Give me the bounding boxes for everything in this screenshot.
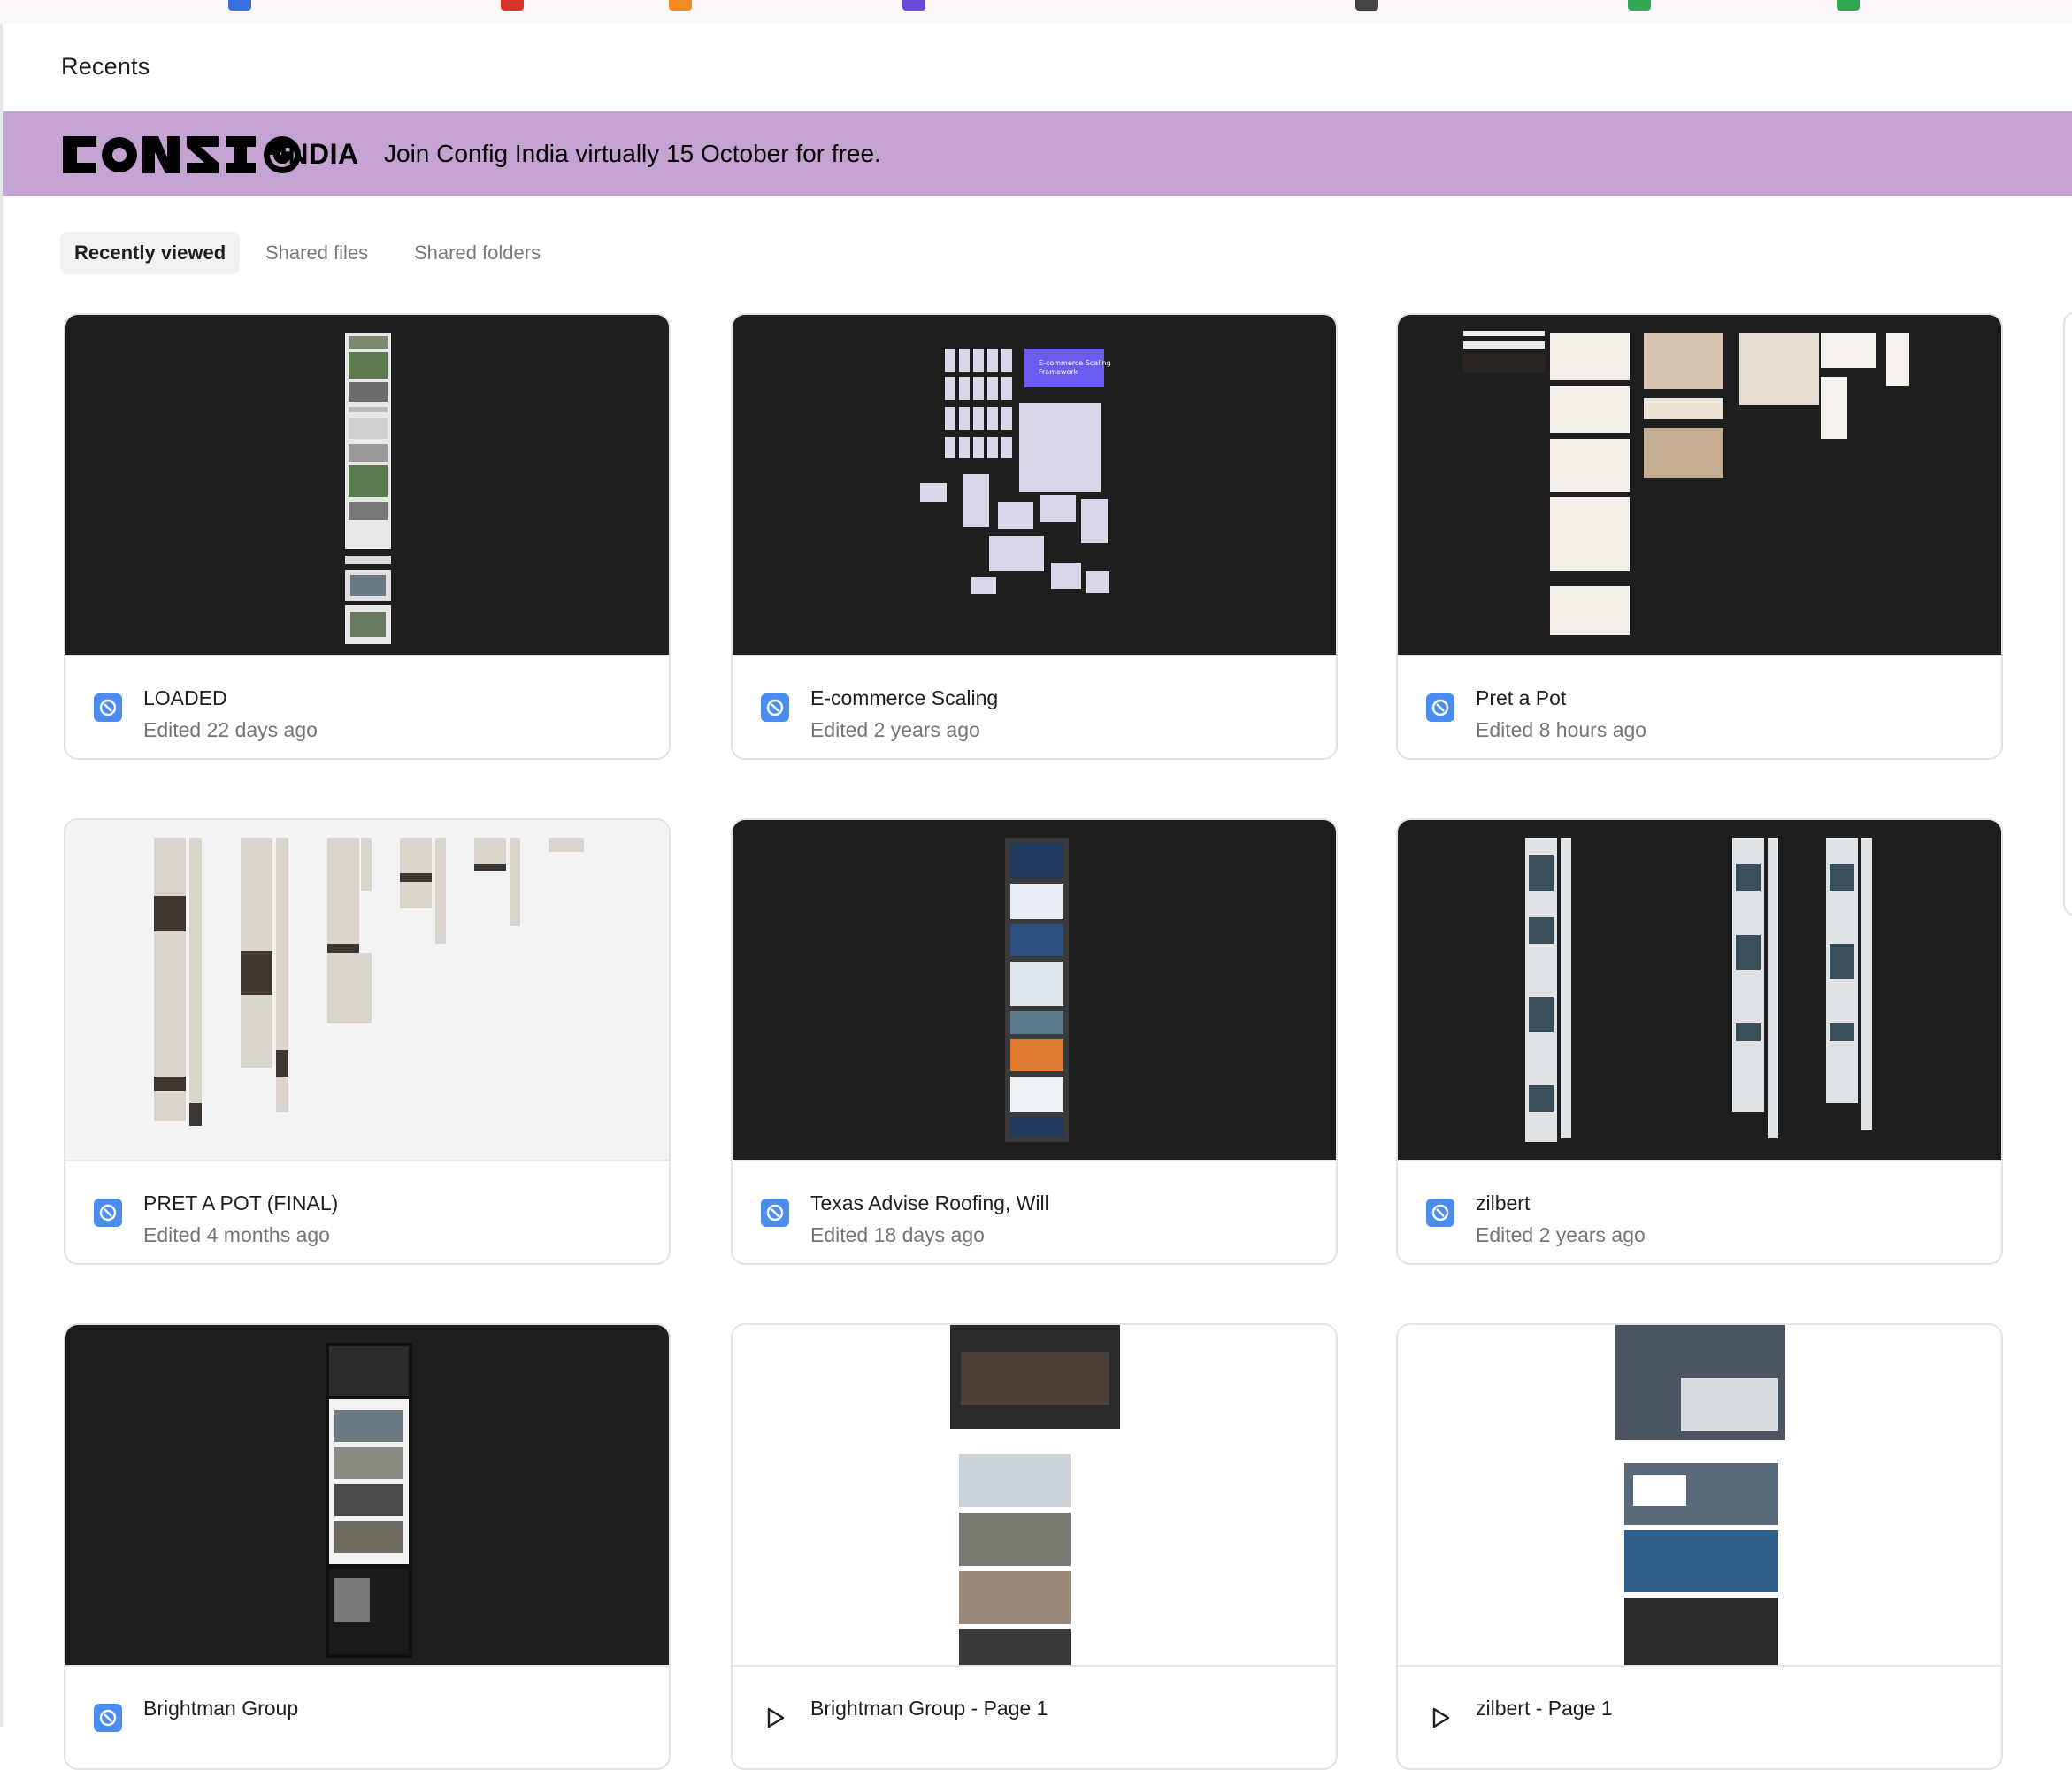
- file-name[interactable]: E-commerce Scaling: [810, 686, 998, 710]
- file-name[interactable]: zilbert - Page 1: [1476, 1697, 1613, 1720]
- svg-text:E-commerce Scaling: E-commerce Scaling: [1039, 359, 1111, 367]
- file-card[interactable]: E-commerce Scaling Framework E-commerce …: [731, 313, 1338, 760]
- file-card[interactable]: Texas Advise Roofing, Will Edited 18 day…: [731, 818, 1338, 1265]
- tab-shared-folders[interactable]: Shared folders: [400, 232, 555, 274]
- file-thumbnail: [1398, 820, 2001, 1161]
- thumbnail-preview: [326, 1343, 412, 1658]
- thumbnail-preview: [345, 333, 391, 644]
- file-name[interactable]: LOADED: [143, 686, 227, 710]
- file-meta: E-commerce Scaling Edited 2 years ago: [733, 656, 1336, 758]
- thumbnail-preview: [1525, 838, 1872, 1142]
- bookmark-favicon[interactable]: [902, 0, 925, 11]
- figma-design-file-icon: [94, 1704, 122, 1732]
- sidebar-edge: [0, 24, 3, 1727]
- file-meta: Texas Advise Roofing, Will Edited 18 day…: [733, 1161, 1336, 1263]
- bookmark-favicon[interactable]: [669, 0, 692, 11]
- figma-design-file-icon: [761, 693, 789, 722]
- file-name[interactable]: Brightman Group: [143, 1697, 298, 1720]
- banner-message[interactable]: Join Config India virtually 15 October f…: [384, 140, 881, 168]
- file-meta: zilbert - Page 1: [1398, 1667, 2001, 1768]
- file-meta: Brightman Group: [65, 1667, 669, 1768]
- file-name[interactable]: Brightman Group - Page 1: [810, 1697, 1048, 1720]
- file-card[interactable]: zilbert - Page 1: [1396, 1323, 2003, 1770]
- figma-design-file-icon: [1426, 693, 1454, 722]
- figma-design-file-icon: [94, 693, 122, 722]
- file-name[interactable]: PRET A POT (FINAL): [143, 1191, 338, 1215]
- thumbnail-preview: [1463, 331, 1909, 635]
- page-title: Recents: [61, 53, 150, 80]
- thumbnail-preview: E-commerce Scaling Framework: [920, 349, 1111, 594]
- bookmarks-bar: [0, 0, 2072, 24]
- file-card[interactable]: zilbert Edited 2 years ago: [1396, 818, 2003, 1265]
- tab-recently-viewed[interactable]: Recently viewed: [60, 232, 241, 274]
- config-logo-india: INDIA: [280, 138, 359, 170]
- svg-text:Framework: Framework: [1039, 368, 1078, 376]
- bookmark-favicon[interactable]: [501, 0, 524, 11]
- file-meta: Pret a Pot Edited 8 hours ago: [1398, 656, 2001, 758]
- file-thumbnail: [1398, 1325, 2001, 1667]
- file-meta: zilbert Edited 2 years ago: [1398, 1161, 2001, 1263]
- next-card-edge: [2063, 311, 2072, 916]
- thumbnail-preview: [1615, 1325, 1785, 1665]
- page-header: Recents: [3, 24, 2072, 112]
- file-edited-time: Edited 2 years ago: [1476, 1223, 1646, 1246]
- file-name[interactable]: Pret a Pot: [1476, 686, 1566, 710]
- file-thumbnail: [733, 1325, 1336, 1667]
- file-name[interactable]: zilbert: [1476, 1191, 1530, 1215]
- config-banner[interactable]: INDIA Join Config India virtually 15 Oct…: [3, 111, 2072, 196]
- file-edited-time: Edited 18 days ago: [810, 1223, 985, 1246]
- file-meta: Brightman Group - Page 1: [733, 1667, 1336, 1768]
- file-card[interactable]: PRET A POT (FINAL) Edited 4 months ago: [64, 818, 671, 1265]
- bookmark-favicon[interactable]: [1355, 0, 1378, 11]
- figma-design-file-icon: [1426, 1199, 1454, 1227]
- file-edited-time: Edited 4 months ago: [143, 1223, 330, 1246]
- thumbnail-preview: [154, 838, 584, 1126]
- file-card[interactable]: Brightman Group - Page 1: [731, 1323, 1338, 1770]
- file-name[interactable]: Texas Advise Roofing, Will: [810, 1191, 1049, 1215]
- file-card[interactable]: LOADED Edited 22 days ago: [64, 313, 671, 760]
- bookmark-favicon[interactable]: [1837, 0, 1860, 11]
- bookmark-favicon[interactable]: [1628, 0, 1651, 11]
- figma-design-file-icon: [761, 1199, 789, 1227]
- thumbnail-preview: [1005, 838, 1069, 1142]
- file-thumbnail: [65, 1325, 669, 1667]
- file-thumbnail: [733, 820, 1336, 1161]
- file-thumbnail: [65, 315, 669, 656]
- figma-design-file-icon: [94, 1199, 122, 1227]
- file-meta: LOADED Edited 22 days ago: [65, 656, 669, 758]
- thumbnail-preview: [950, 1325, 1120, 1665]
- tab-shared-files[interactable]: Shared files: [251, 232, 382, 274]
- file-thumbnail: [65, 820, 669, 1161]
- file-card[interactable]: Brightman Group: [64, 1323, 671, 1770]
- file-meta: PRET A POT (FINAL) Edited 4 months ago: [65, 1161, 669, 1263]
- file-card[interactable]: Pret a Pot Edited 8 hours ago: [1396, 313, 2003, 760]
- file-edited-time: Edited 8 hours ago: [1476, 718, 1647, 741]
- file-edited-time: Edited 2 years ago: [810, 718, 980, 741]
- file-thumbnail: [1398, 315, 2001, 656]
- bookmark-favicon[interactable]: [228, 0, 251, 11]
- file-edited-time: Edited 22 days ago: [143, 718, 318, 741]
- file-thumbnail: E-commerce Scaling Framework: [733, 315, 1336, 656]
